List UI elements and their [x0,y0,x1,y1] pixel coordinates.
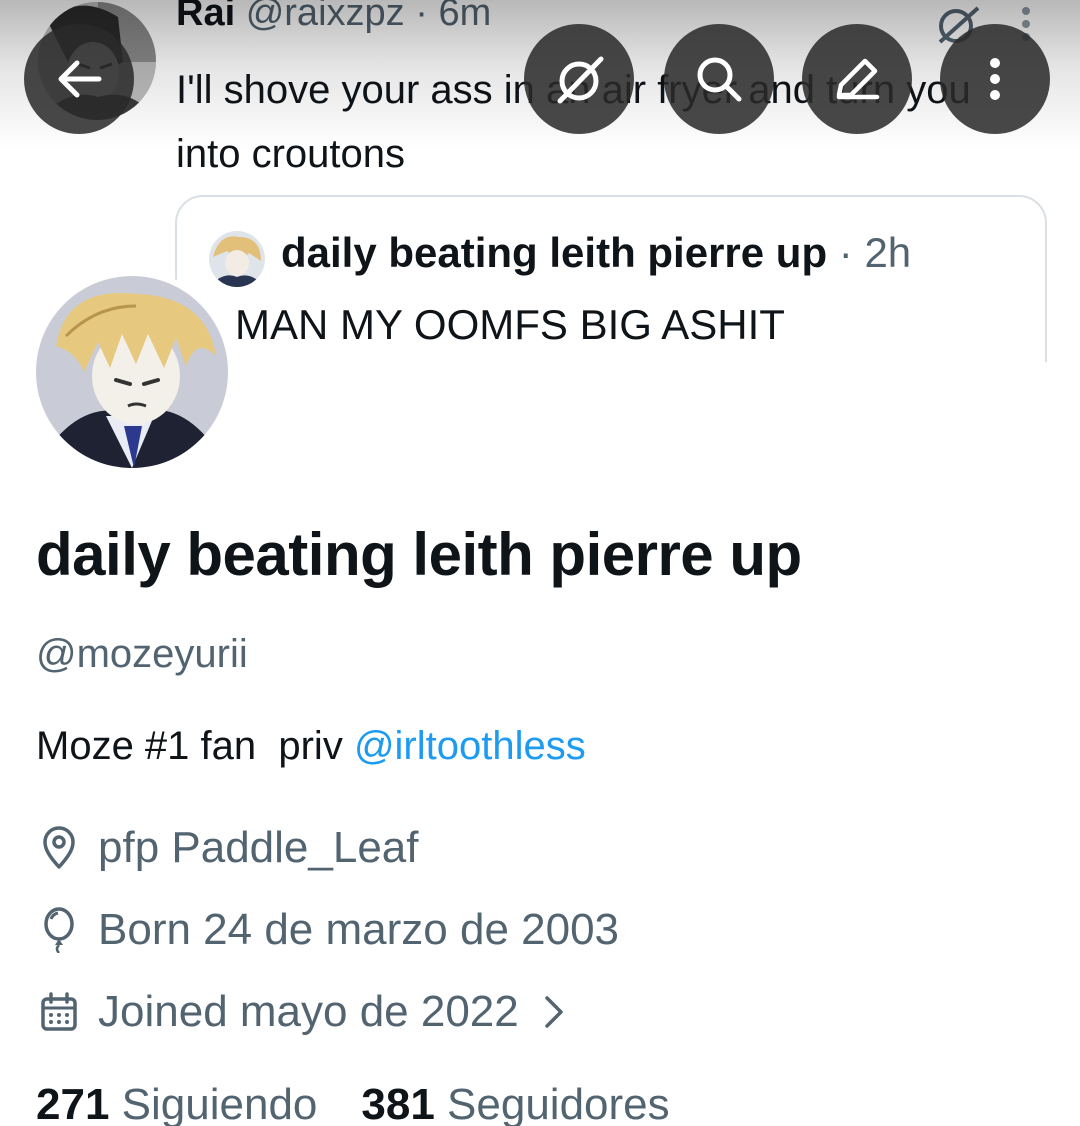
quoted-author-name: daily beating leith pierre up [281,229,828,276]
quoted-tweet-header: daily beating leith pierre up · 2h [281,229,911,277]
tweet-author-handle: @raixzpz [245,0,405,34]
bio-mention-link[interactable]: @irltoothless [354,724,586,768]
back-icon [58,60,102,98]
profile-display-name: daily beating leith pierre up [36,521,802,588]
calendar-icon [36,989,82,1035]
tweet-time: 6m [438,0,492,34]
profile-joined[interactable]: Joined mayo de 2022 [36,984,565,1040]
tweet-separator: · [415,0,428,34]
profile-avatar[interactable] [30,270,234,474]
chevron-right-icon [543,994,565,1030]
quoted-tweet-text: MAN MY OOMFS BIG ASHIT [235,301,785,348]
birthday-text: Born 24 de marzo de 2003 [98,905,620,954]
profile-location: pfp Paddle_Leaf [36,820,419,876]
profile-handle: @mozeyurii [36,632,248,676]
followers-label: Seguidores [447,1080,670,1126]
ghost-icon [557,56,604,104]
quoted-separator: · [838,229,853,276]
location-text: pfp Paddle_Leaf [98,823,419,872]
following-link[interactable]: 271 Siguiendo [36,1080,317,1126]
edit-icon [836,58,880,100]
profile-birthday: Born 24 de marzo de 2003 [36,902,619,958]
more-options-button[interactable] [940,24,1050,134]
location-pin-icon [36,825,82,871]
edit-button[interactable] [802,24,912,134]
joined-text: Joined mayo de 2022 [98,987,519,1036]
balloon-icon [36,907,82,953]
search-icon [697,57,742,102]
following-label: Siguiendo [121,1080,318,1126]
search-button[interactable] [664,24,774,134]
more-icon [990,58,1000,100]
quoted-tweet: daily beating leith pierre up · 2h MAN M… [175,195,1047,362]
following-count: 271 [36,1080,110,1126]
quoted-author-avatar [209,231,265,287]
followers-link[interactable]: 381 Seguidores [361,1080,669,1126]
bio-text: Moze #1 fan priv [36,724,354,768]
tweet-header: Rai @raixzpz · 6m [176,0,491,35]
followers-count: 381 [361,1080,435,1126]
profile-avatar-image [36,276,228,468]
follow-stats: 271 Siguiendo 381 Seguidores [36,1080,670,1126]
quoted-time: 2h [864,229,912,276]
back-button[interactable] [24,24,134,134]
profile-page: Rai @raixzpz · 6m I'll shove your ass in… [0,0,1080,1126]
tweet-author-name: Rai [176,0,236,34]
profile-bio: Moze #1 fan priv @irltoothless [36,724,586,769]
hide-button[interactable] [524,24,634,134]
